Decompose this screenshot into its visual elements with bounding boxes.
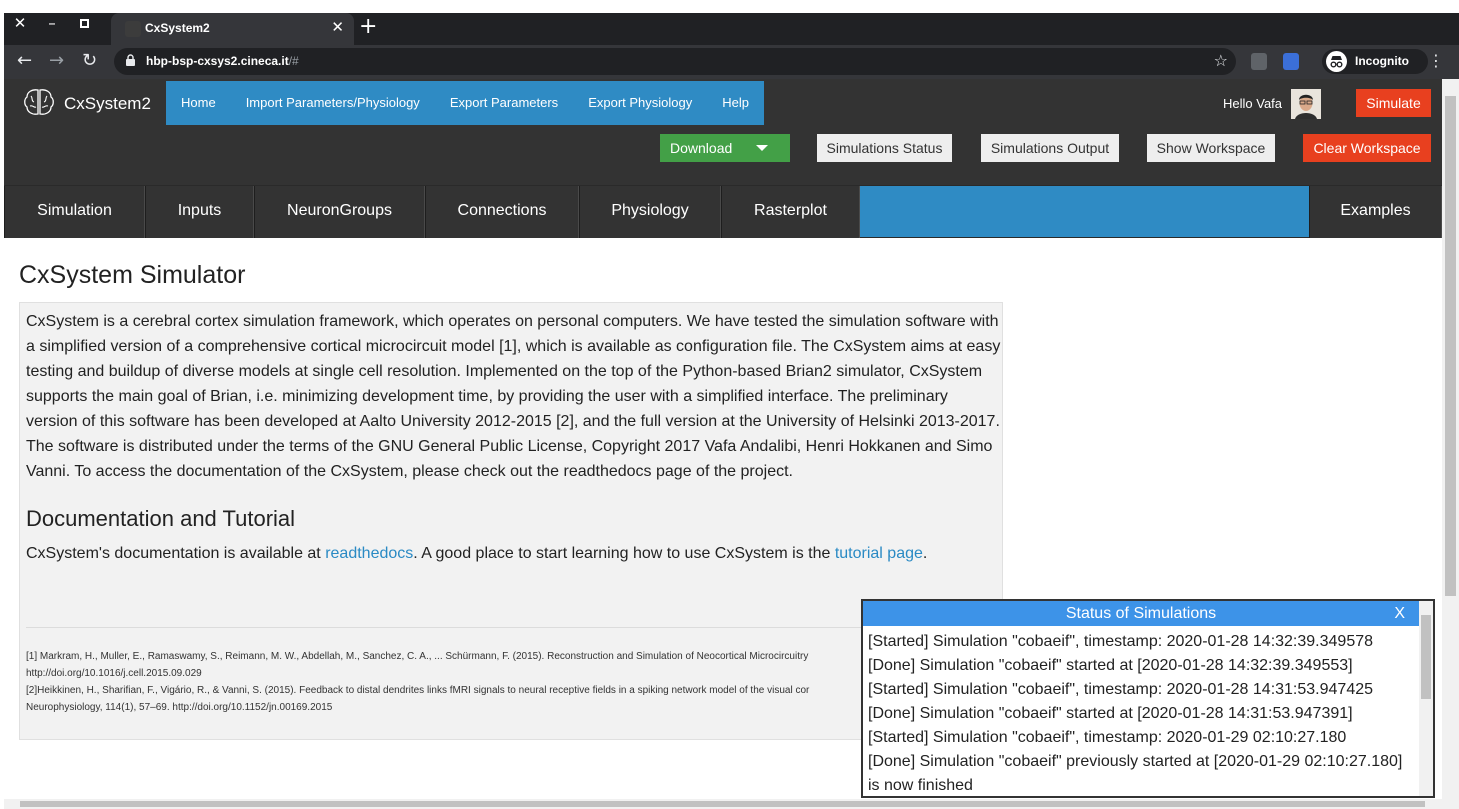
log-line: [Started] Simulation "cobaeif", timestam… <box>868 729 1347 746</box>
brain-logo-icon <box>24 89 54 115</box>
favicon-icon <box>125 21 141 37</box>
ublock-icon[interactable] <box>1251 53 1267 70</box>
reference-line: [2]Heikkinen, H., Sharifian, F., Vigário… <box>26 685 810 696</box>
nav-import-parameters[interactable]: Import Parameters/Physiology <box>231 81 435 125</box>
readthedocs-link[interactable]: readthedocs <box>325 545 413 562</box>
tab-neurongroups[interactable]: NeuronGroups <box>254 186 425 238</box>
doc-paragraph: CxSystem's documentation is available at… <box>26 545 927 563</box>
minimize-icon[interactable]: – <box>38 13 66 35</box>
tab-physiology[interactable]: Physiology <box>579 186 721 238</box>
scrollbar-thumb[interactable] <box>1445 96 1456 596</box>
user-greeting: Hello Vafa <box>1223 96 1283 111</box>
tab-connections[interactable]: Connections <box>425 186 579 238</box>
avatar[interactable] <box>1291 89 1321 119</box>
incognito-indicator[interactable]: Incognito <box>1322 49 1428 74</box>
browser-toolbar: ← → ↻ hbp-bsp-cxsys2.cineca.it/# ☆ Incog… <box>4 45 1459 79</box>
caret-down-icon <box>756 145 768 151</box>
doc-heading: Documentation and Tutorial <box>26 506 296 531</box>
clear-workspace-button[interactable]: Clear Workspace <box>1303 134 1431 162</box>
tab-rasterplot[interactable]: Rasterplot <box>721 186 860 238</box>
tab-close-icon[interactable]: ✕ <box>331 18 344 36</box>
simulations-status-button[interactable]: Simulations Status <box>817 134 952 162</box>
section-tabs: Simulation Inputs NeuronGroups Connectio… <box>4 185 1442 238</box>
status-popup-header: Status of Simulations X <box>863 601 1419 626</box>
address-bar[interactable]: hbp-bsp-cxsys2.cineca.it/# ☆ <box>114 48 1236 75</box>
url-text: hbp-bsp-cxsys2.cineca.it/# <box>146 54 299 68</box>
doc-text-2: . A good place to start learning how to … <box>413 545 835 562</box>
nav-help[interactable]: Help <box>707 81 764 125</box>
reload-icon[interactable]: ↻ <box>82 50 97 72</box>
tab-strip: ✕ – CxSystem2 ✕ + <box>4 13 1459 45</box>
log-line: [Done] Simulation "cobaeif" started at [… <box>868 657 1353 674</box>
app-header: CxSystem2 Home Import Parameters/Physiol… <box>4 79 1442 186</box>
nav-export-parameters[interactable]: Export Parameters <box>435 81 573 125</box>
brand-name: CxSystem2 <box>64 94 151 113</box>
new-tab-icon[interactable]: + <box>359 15 377 39</box>
page-title: CxSystem Simulator <box>19 261 246 289</box>
log-line: [Started] Simulation "cobaeif", timestam… <box>868 633 1374 650</box>
main-nav: Home Import Parameters/Physiology Export… <box>166 81 764 125</box>
popup-scrollbar[interactable] <box>1419 601 1433 796</box>
status-popup-close-button[interactable]: X <box>1394 601 1405 626</box>
status-log: [Started] Simulation "cobaeif", timestam… <box>868 630 1418 798</box>
tab-simulation[interactable]: Simulation <box>4 186 145 238</box>
vertical-scrollbar[interactable] <box>1442 79 1459 809</box>
references: [1] Markram, H., Muller, E., Ramaswamy, … <box>26 648 998 716</box>
status-popup: Status of Simulations X [Started] Simula… <box>861 599 1435 798</box>
scrollbar-thumb[interactable] <box>1421 615 1431 699</box>
download-label: Download <box>670 140 733 156</box>
log-line: [Done] Simulation "cobaeif" previously s… <box>868 753 1403 770</box>
incognito-icon <box>1326 51 1347 72</box>
log-line: [Started] Simulation "cobaeif", timestam… <box>868 681 1374 698</box>
forward-icon[interactable]: → <box>49 50 64 72</box>
reference-line: [1] Markram, H., Muller, E., Ramaswamy, … <box>26 651 809 662</box>
close-icon[interactable]: ✕ <box>6 13 34 35</box>
doc-text-1: CxSystem's documentation is available at <box>26 545 326 562</box>
incognito-label: Incognito <box>1355 54 1409 68</box>
simulate-button[interactable]: Simulate <box>1356 89 1431 117</box>
simulations-output-button[interactable]: Simulations Output <box>981 134 1119 162</box>
tab-examples[interactable]: Examples <box>1309 186 1442 238</box>
divider <box>26 627 998 628</box>
tab-title: CxSystem2 <box>145 21 210 35</box>
scrollbar-thumb[interactable] <box>20 801 1425 807</box>
star-icon[interactable]: ☆ <box>1214 51 1228 70</box>
doc-text-3: . <box>922 545 928 562</box>
reference-line: http://doi.org/10.1016/j.cell.2015.09.02… <box>26 668 202 679</box>
show-workspace-button[interactable]: Show Workspace <box>1147 134 1275 162</box>
log-line: is now finished <box>868 777 973 794</box>
tutorial-link[interactable]: tutorial page <box>835 545 923 562</box>
intro-paragraph: CxSystem is a cerebral cortex simulation… <box>26 313 1001 480</box>
tab-inputs[interactable]: Inputs <box>145 186 254 238</box>
more-vert-icon[interactable]: ⋮ <box>1428 51 1444 70</box>
browser-window: ✕ – CxSystem2 ✕ + ← → ↻ hbp-bsp-cxsys2.c… <box>4 13 1459 809</box>
horizontal-scrollbar[interactable] <box>4 799 1442 809</box>
back-icon[interactable]: ← <box>17 50 32 72</box>
reference-line: Neurophysiology, 114(1), 57–69. http://d… <box>26 702 333 713</box>
download-button[interactable]: Download <box>660 134 790 162</box>
browser-tab[interactable]: CxSystem2 ✕ <box>111 13 354 45</box>
bitwarden-icon[interactable] <box>1283 53 1299 70</box>
lock-icon <box>126 54 135 66</box>
maximize-icon[interactable] <box>70 13 98 35</box>
nav-export-physiology[interactable]: Export Physiology <box>573 81 707 125</box>
intro-panel: CxSystem is a cerebral cortex simulation… <box>19 302 1003 740</box>
status-popup-title: Status of Simulations <box>1065 605 1217 622</box>
nav-home[interactable]: Home <box>166 81 231 125</box>
page-viewport: CxSystem2 Home Import Parameters/Physiol… <box>4 79 1459 809</box>
log-line: [Done] Simulation "cobaeif" started at [… <box>868 705 1353 722</box>
